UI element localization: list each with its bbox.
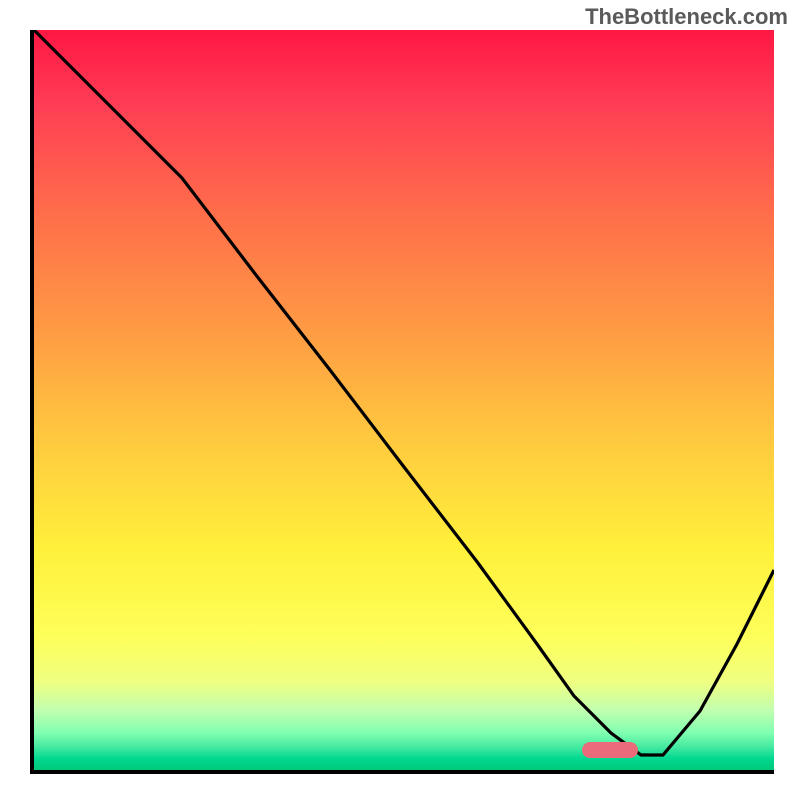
bottleneck-curve-line	[34, 30, 774, 755]
optimal-zone-marker	[582, 742, 638, 758]
curve-svg	[34, 30, 774, 770]
watermark-text: TheBottleneck.com	[585, 4, 788, 30]
plot-area	[30, 30, 774, 774]
chart-container: TheBottleneck.com	[0, 0, 800, 800]
